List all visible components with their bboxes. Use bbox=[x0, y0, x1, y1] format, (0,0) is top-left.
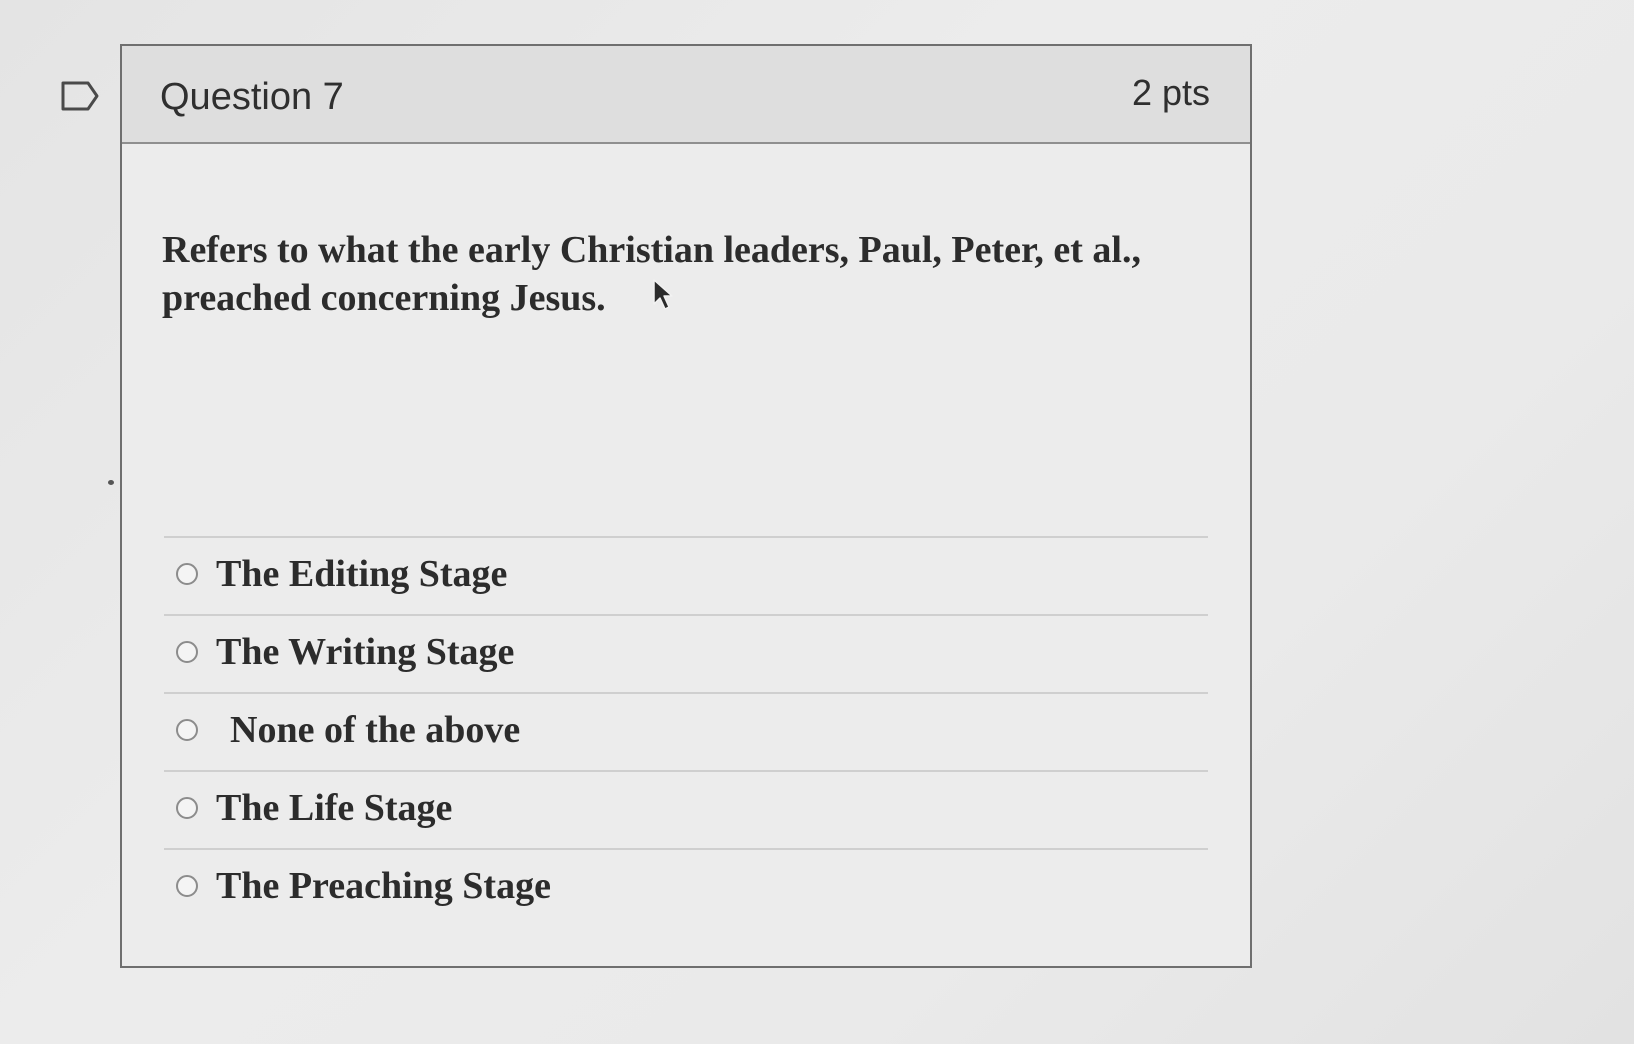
answer-option[interactable]: The Preaching Stage bbox=[164, 848, 1208, 926]
answer-option[interactable]: None of the above bbox=[164, 692, 1208, 770]
flag-question-icon[interactable] bbox=[60, 80, 100, 112]
question-header: Question 7 2 pts bbox=[122, 46, 1250, 144]
question-card: Question 7 2 pts Refers to what the earl… bbox=[120, 44, 1252, 968]
answer-label[interactable]: None of the above bbox=[230, 708, 520, 752]
radio-button[interactable] bbox=[176, 797, 198, 819]
answer-label[interactable]: The Writing Stage bbox=[216, 630, 514, 674]
answer-option[interactable]: The Writing Stage bbox=[164, 614, 1208, 692]
answer-option[interactable]: The Life Stage bbox=[164, 770, 1208, 848]
stray-dot bbox=[108, 480, 114, 485]
radio-button[interactable] bbox=[176, 875, 198, 897]
answer-label[interactable]: The Life Stage bbox=[216, 786, 452, 830]
answer-option[interactable]: The Editing Stage bbox=[164, 536, 1208, 614]
question-points: 2 pts bbox=[1131, 72, 1210, 113]
radio-button[interactable] bbox=[176, 563, 198, 585]
mouse-cursor-icon bbox=[652, 278, 674, 312]
answer-label[interactable]: The Preaching Stage bbox=[216, 864, 551, 908]
question-title: Question 7 bbox=[160, 76, 344, 118]
radio-button[interactable] bbox=[176, 719, 198, 741]
radio-button[interactable] bbox=[176, 641, 198, 663]
answer-list: The Editing Stage The Writing Stage None… bbox=[164, 536, 1208, 926]
answer-label[interactable]: The Editing Stage bbox=[216, 552, 507, 596]
